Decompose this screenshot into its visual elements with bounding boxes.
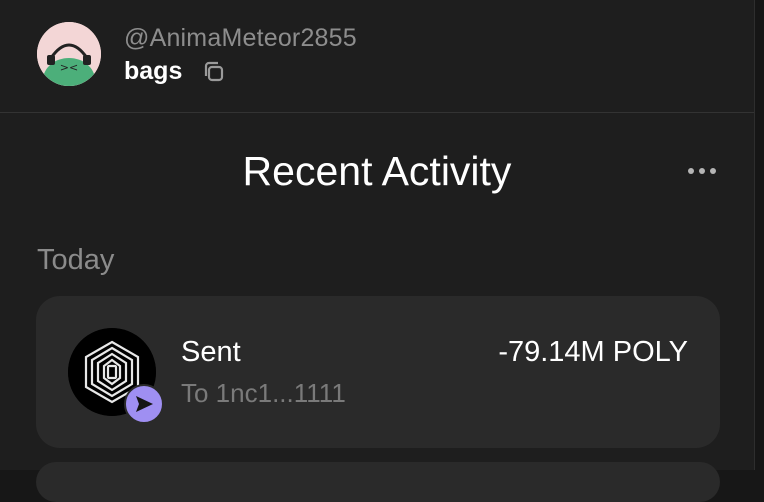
avatar[interactable]: ><	[37, 22, 101, 86]
transaction-amount: -79.14M POLY	[498, 336, 688, 368]
send-badge	[124, 384, 164, 424]
svg-text:><: ><	[60, 61, 78, 74]
activity-item-partial[interactable]	[36, 462, 720, 502]
wallet-panel: >< @AnimaMeteor2855 bags Recent Activity…	[0, 0, 755, 502]
page-title: Recent Activity	[242, 148, 512, 194]
username: @AnimaMeteor2855	[124, 24, 357, 52]
section-label-today: Today	[37, 244, 115, 276]
frog-avatar-icon: ><	[37, 22, 101, 86]
transaction-type: Sent	[181, 336, 241, 368]
account-header: >< @AnimaMeteor2855 bags	[0, 0, 754, 113]
window-edge	[755, 0, 764, 470]
activity-item[interactable]: Sent To 1nc1...1111 -79.14M POLY	[36, 296, 720, 448]
send-arrow-icon	[136, 396, 153, 412]
more-horizontal-icon[interactable]	[686, 161, 718, 181]
wallet-name: bags	[124, 57, 183, 85]
copy-icon[interactable]	[200, 58, 228, 86]
transaction-counterparty: To 1nc1...1111	[181, 378, 346, 408]
wallet-row: bags	[124, 57, 228, 86]
